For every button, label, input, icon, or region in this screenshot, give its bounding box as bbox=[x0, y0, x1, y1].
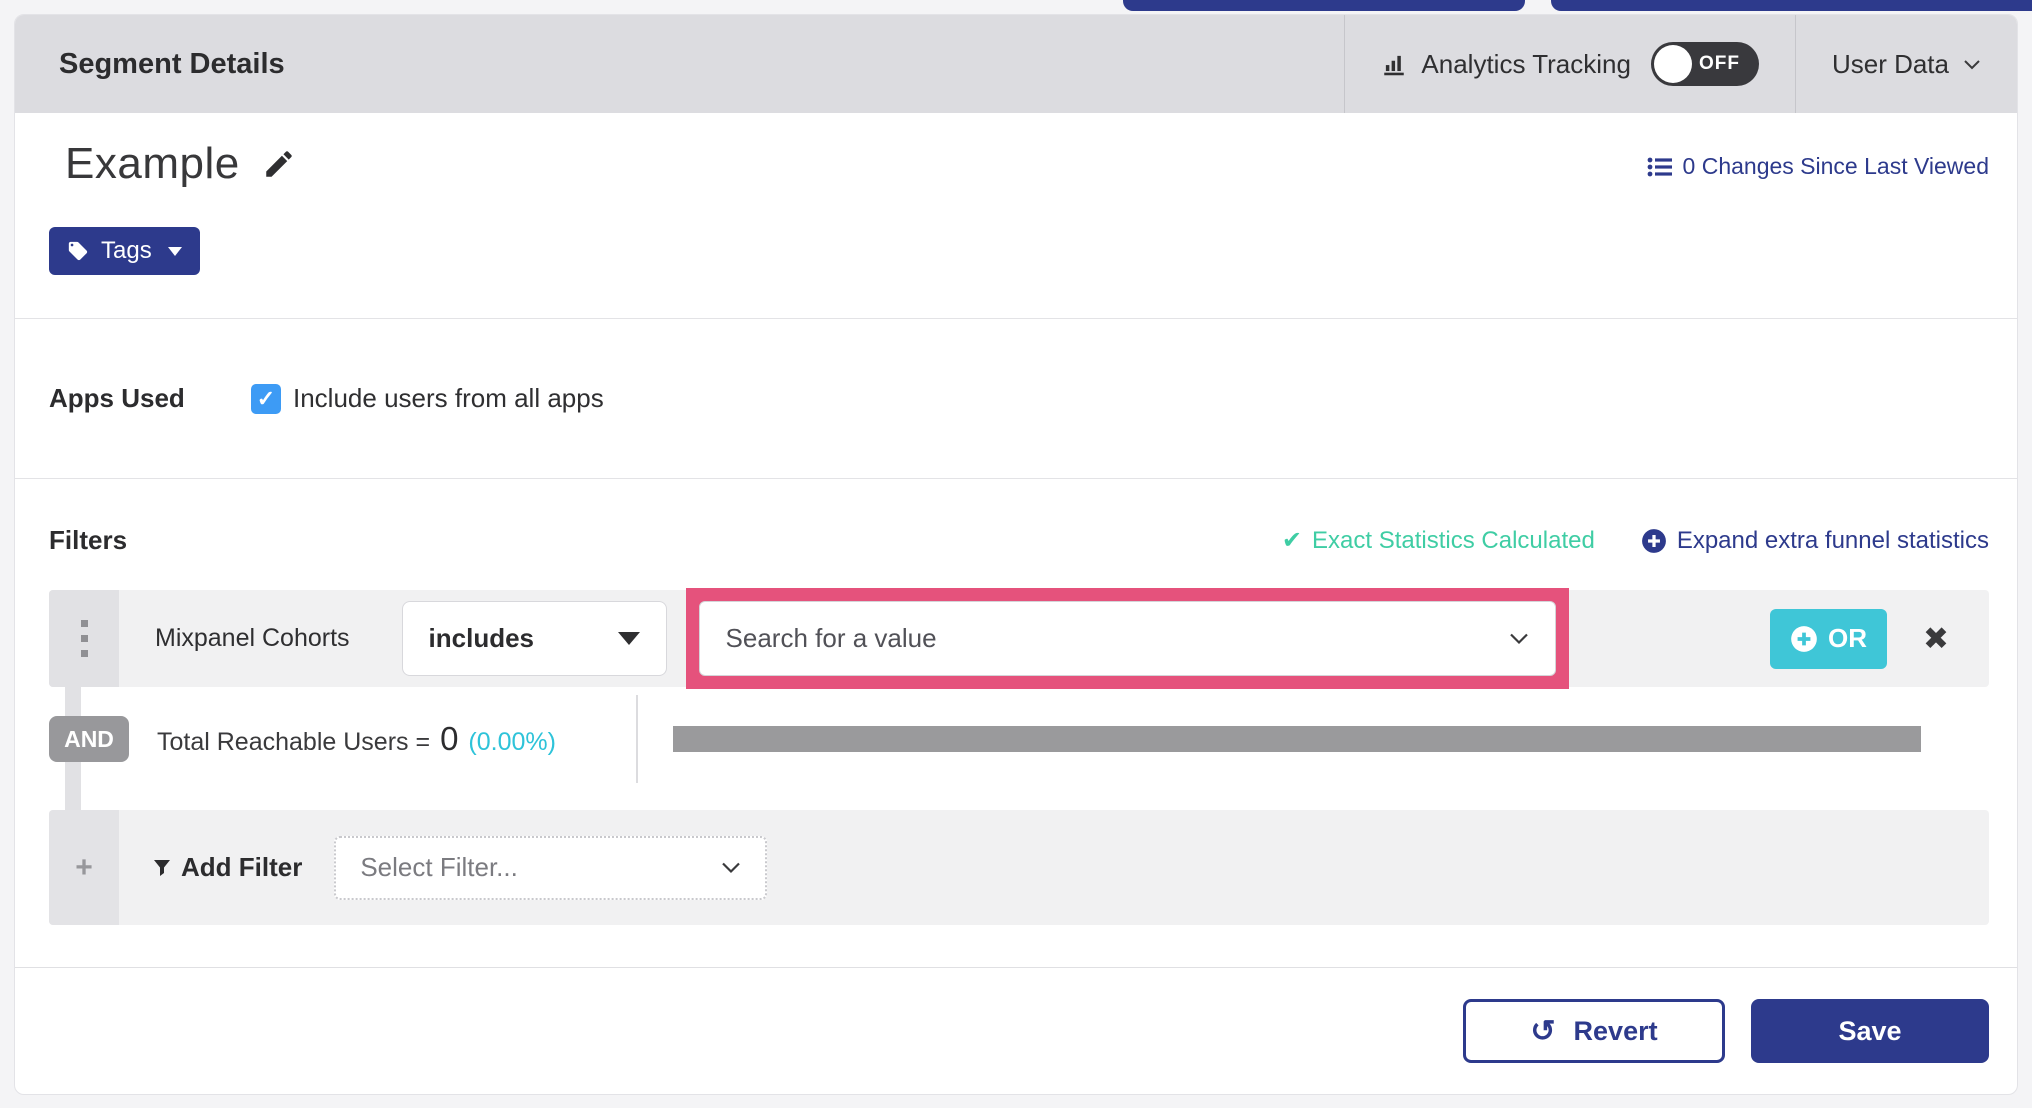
toggle-knob bbox=[1653, 45, 1692, 83]
chevron-down-icon bbox=[1963, 58, 1981, 70]
user-data-dropdown[interactable]: User Data bbox=[1794, 15, 2017, 113]
tag-icon bbox=[67, 240, 89, 262]
analytics-tracking-toggle[interactable]: OFF bbox=[1650, 42, 1759, 86]
filter-row: Mixpanel Cohorts includes Search for a v… bbox=[49, 588, 1989, 689]
bar-chart-icon bbox=[1381, 51, 1407, 77]
and-totals-row: AND Total Reachable Users = 0 (0.00%) bbox=[49, 687, 1989, 791]
total-reachable-value: 0 bbox=[440, 720, 459, 757]
remove-filter-icon[interactable]: ✖ bbox=[1923, 623, 1949, 654]
operator-value: includes bbox=[428, 623, 535, 653]
analytics-tracking-label: Analytics Tracking bbox=[1421, 48, 1631, 79]
revert-button[interactable]: ↺ Revert bbox=[1463, 999, 1725, 1063]
select-filter-placeholder: Select Filter... bbox=[360, 852, 518, 882]
changes-link-label: 0 Changes Since Last Viewed bbox=[1682, 153, 1989, 179]
value-select[interactable]: Search for a value bbox=[698, 601, 1556, 676]
include-all-apps-checkbox[interactable]: ✓ bbox=[251, 383, 281, 414]
partial-top-button-left[interactable] bbox=[1123, 0, 1525, 11]
plus-circle-icon bbox=[1641, 528, 1667, 554]
select-filter-dropdown[interactable]: Select Filter... bbox=[334, 835, 768, 900]
add-filter-plus-column[interactable]: + bbox=[49, 810, 119, 925]
value-select-placeholder: Search for a value bbox=[725, 623, 937, 653]
card-header: Segment Details Analytics Tracking OFF U… bbox=[15, 15, 2017, 113]
add-filter-label-group: Add Filter bbox=[151, 852, 302, 883]
segment-details-card: Segment Details Analytics Tracking OFF U… bbox=[14, 14, 2018, 1095]
card-footer: ↺ Revert Save bbox=[15, 967, 2017, 1094]
user-data-label: User Data bbox=[1831, 48, 1949, 79]
apps-used-label: Apps Used bbox=[49, 383, 185, 413]
chevron-down-icon bbox=[721, 861, 741, 874]
total-reachable-users: Total Reachable Users = 0 (0.00%) bbox=[157, 720, 556, 758]
exact-statistics-label: Exact Statistics Calculated bbox=[1312, 526, 1595, 554]
and-badge: AND bbox=[49, 716, 129, 762]
add-filter-label: Add Filter bbox=[181, 852, 303, 882]
add-filter-row: + Add Filter Select Filter... bbox=[49, 810, 1989, 925]
apps-used-section: Apps Used ✓ Include users from all apps bbox=[15, 319, 2017, 479]
vertical-divider bbox=[636, 695, 638, 783]
plus-icon: + bbox=[75, 850, 93, 884]
partial-top-button-right[interactable] bbox=[1551, 0, 2032, 11]
include-all-apps-label: Include users from all apps bbox=[293, 383, 604, 413]
expand-funnel-statistics-link[interactable]: Expand extra funnel statistics bbox=[1641, 527, 1989, 555]
caret-down-icon bbox=[617, 632, 640, 645]
exact-statistics-status: ✔ Exact Statistics Calculated bbox=[1282, 526, 1595, 555]
drag-handle[interactable] bbox=[49, 590, 119, 687]
analytics-tracking-section: Analytics Tracking OFF bbox=[1344, 15, 1795, 113]
tags-button[interactable]: Tags bbox=[49, 227, 200, 275]
or-button-label: OR bbox=[1828, 623, 1868, 653]
chevron-down-icon bbox=[1509, 632, 1529, 645]
plus-circle-icon bbox=[1790, 625, 1818, 653]
filters-heading: Filters bbox=[49, 525, 128, 555]
funnel-icon bbox=[151, 857, 173, 879]
segment-name: Example bbox=[65, 139, 240, 188]
page-title: Segment Details bbox=[59, 47, 285, 80]
list-icon bbox=[1647, 156, 1673, 178]
toggle-state-label: OFF bbox=[1698, 53, 1740, 74]
checkbox-check-icon: ✓ bbox=[256, 385, 276, 411]
pencil-icon[interactable] bbox=[262, 147, 296, 181]
caret-down-icon bbox=[167, 246, 182, 256]
total-reachable-label: Total Reachable Users = bbox=[157, 728, 431, 756]
tags-button-label: Tags bbox=[101, 237, 152, 264]
filter-field-label: Mixpanel Cohorts bbox=[155, 624, 350, 652]
expand-link-label: Expand extra funnel statistics bbox=[1676, 526, 1989, 554]
changes-since-last-viewed-link[interactable]: 0 Changes Since Last Viewed bbox=[1647, 153, 1989, 180]
save-button-label: Save bbox=[1838, 1015, 1902, 1046]
grip-dots-icon bbox=[80, 620, 88, 657]
value-select-highlight: Search for a value bbox=[685, 588, 1569, 689]
save-button[interactable]: Save bbox=[1751, 999, 1989, 1063]
add-or-button[interactable]: OR bbox=[1770, 608, 1888, 669]
check-icon: ✔ bbox=[1281, 527, 1303, 554]
rotate-ccw-icon: ↺ bbox=[1530, 1014, 1556, 1048]
reachable-users-progress-bar bbox=[673, 726, 1921, 752]
operator-select[interactable]: includes bbox=[401, 601, 667, 676]
revert-button-label: Revert bbox=[1573, 1015, 1658, 1046]
filters-section: Filters ✔ Exact Statistics Calculated Ex… bbox=[15, 479, 2017, 967]
segment-title-section: Example 0 Changes Since Last Viewed Tags bbox=[15, 113, 2017, 319]
total-reachable-percent: (0.00%) bbox=[468, 728, 556, 756]
